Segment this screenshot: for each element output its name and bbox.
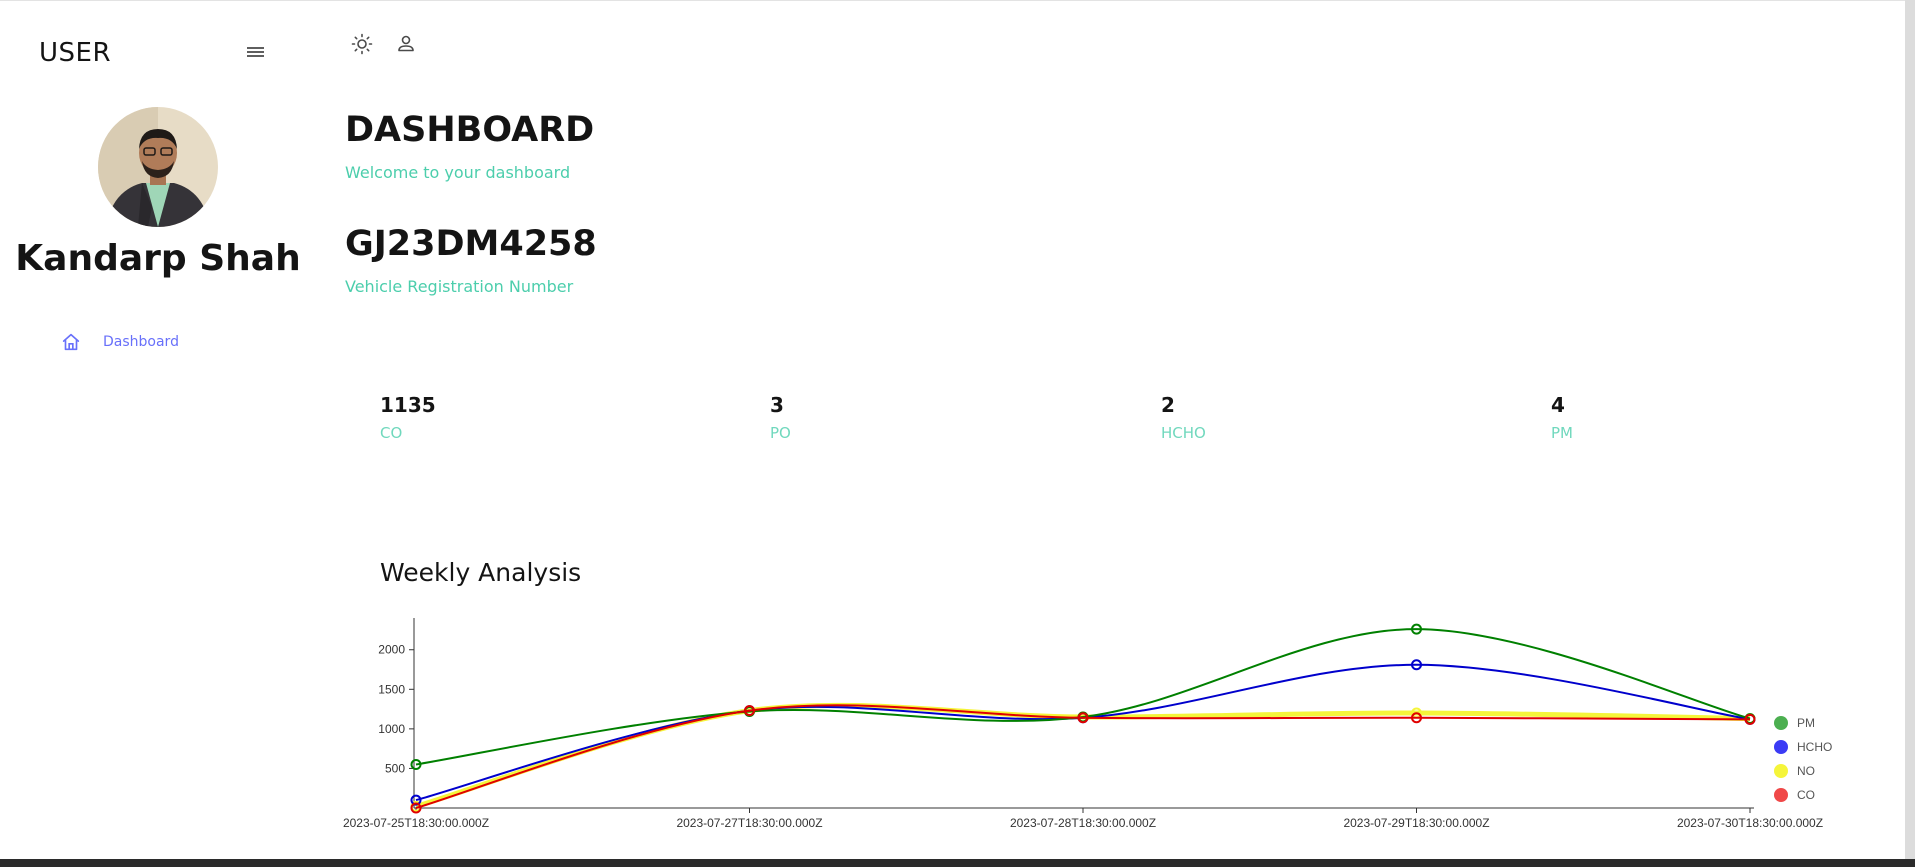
menu-icon[interactable]	[246, 45, 266, 61]
legend-label-pm: PM	[1797, 716, 1815, 730]
x-tick-label: 2023-07-30T18:30:00.000Z	[1677, 816, 1823, 830]
stat-value: 2	[1161, 393, 1175, 417]
stat-label: HCHO	[1161, 424, 1206, 442]
y-tick-label: 500	[385, 761, 405, 775]
weekly-analysis-chart: 500 1000 1500 2000 2023-07-25T18:30:00.000Z 2…	[343, 618, 1832, 830]
vehicle-number: GJ23DM4258	[345, 224, 597, 264]
sidebar-item-label: Dashboard	[103, 334, 179, 350]
y-tick-label: 2000	[378, 643, 405, 657]
sidebar-item-dashboard[interactable]: Dashboard	[60, 328, 250, 356]
x-tick-label: 2023-07-29T18:30:00.000Z	[1343, 816, 1489, 830]
page-title: DASHBOARD	[345, 110, 595, 150]
stat-value: 1135	[380, 393, 436, 417]
legend-swatch-co	[1774, 788, 1788, 802]
legend-label-co: CO	[1797, 788, 1815, 802]
stat-pm: 4 PM	[1551, 393, 1751, 442]
taskbar-edge	[0, 859, 1915, 867]
stat-label: PM	[1551, 424, 1573, 442]
person-icon[interactable]	[394, 32, 418, 56]
page-subtitle: Welcome to your dashboard	[345, 163, 571, 182]
stat-po: 3 PO	[770, 393, 970, 442]
stat-label: CO	[380, 424, 403, 442]
legend-label-no: NO	[1797, 764, 1815, 778]
home-icon	[62, 333, 80, 351]
stat-value: 4	[1551, 393, 1565, 417]
sidebar-brand: USER	[39, 38, 112, 68]
legend-swatch-pm	[1774, 716, 1788, 730]
stat-hcho: 2 HCHO	[1161, 393, 1361, 442]
x-tick-label: 2023-07-25T18:30:00.000Z	[343, 816, 489, 830]
series-line-no	[415, 702, 1751, 809]
scrollbar[interactable]	[1905, 0, 1915, 859]
legend-swatch-no	[1774, 764, 1788, 778]
legend-label-hcho: HCHO	[1797, 740, 1832, 754]
y-tick-label: 1000	[378, 722, 405, 736]
y-tick-label: 1500	[378, 682, 405, 696]
stat-label: PO	[770, 424, 791, 442]
chart-title: Weekly Analysis	[380, 558, 582, 587]
user-avatar	[98, 107, 218, 227]
series-line-hcho	[415, 663, 1751, 802]
x-tick-label: 2023-07-28T18:30:00.000Z	[1010, 816, 1156, 830]
vehicle-number-label: Vehicle Registration Number	[345, 277, 574, 296]
x-tick-label: 2023-07-27T18:30:00.000Z	[676, 816, 822, 830]
user-name: Kandarp Shah	[15, 238, 301, 279]
light-mode-icon[interactable]	[350, 32, 374, 56]
series-line-pm	[415, 628, 1751, 766]
stat-value: 3	[770, 393, 784, 417]
sidebar: USER Kandarp Shah Dashboard	[0, 0, 316, 860]
legend-swatch-hcho	[1774, 740, 1788, 754]
stat-co: 1135 CO	[380, 393, 580, 442]
